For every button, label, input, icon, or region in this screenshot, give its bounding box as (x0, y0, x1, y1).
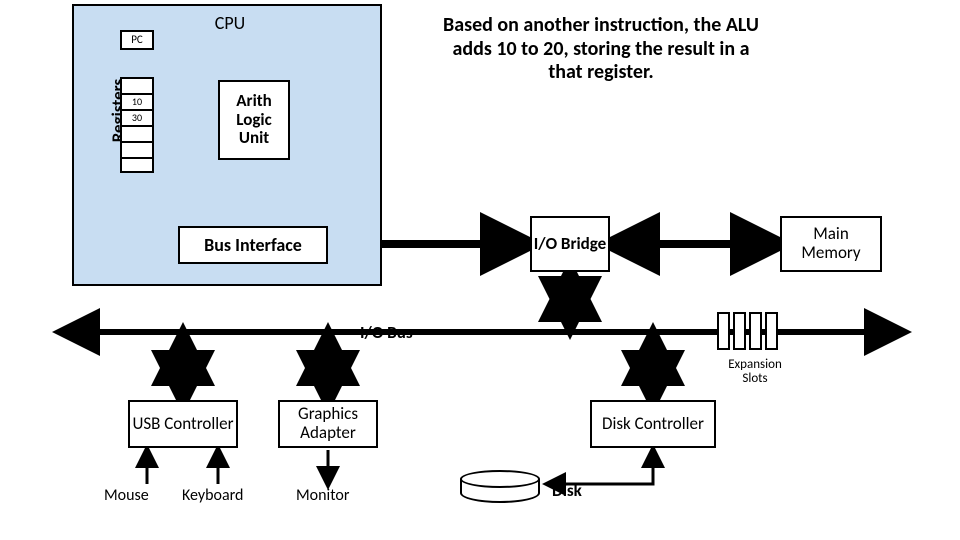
disk-controller: Disk Controller (590, 400, 716, 448)
reg-3 (120, 125, 154, 141)
mouse-label: Mouse (104, 486, 149, 505)
monitor-label: Monitor (296, 486, 349, 505)
reg-0 (120, 77, 154, 93)
usb-controller: USB Controller (128, 400, 238, 448)
bus-interface: Bus Interface (178, 226, 328, 264)
io-bus-label: I/O Bus (360, 322, 413, 343)
reg-5 (120, 157, 154, 173)
caption-text: Based on another instruction, the ALU ad… (436, 14, 766, 85)
disk-icon (460, 470, 540, 506)
register-file: 10 30 (120, 77, 154, 173)
graphics-adapter: Graphics Adapter (278, 400, 378, 448)
program-counter: PC (120, 30, 154, 50)
keyboard-label: Keyboard (182, 486, 243, 505)
reg-4 (120, 141, 154, 157)
cpu-title: CPU (190, 12, 270, 34)
disk-label: Disk (552, 480, 582, 501)
reg-1: 10 (120, 93, 154, 109)
expansion-slots-icon (717, 312, 778, 350)
alu: Arith Logic Unit (218, 80, 290, 160)
reg-2: 30 (120, 109, 154, 125)
io-bridge: I/O Bridge (530, 216, 610, 272)
expansion-slots-label: Expansion Slots (720, 358, 790, 387)
main-memory: Main Memory (780, 216, 882, 272)
